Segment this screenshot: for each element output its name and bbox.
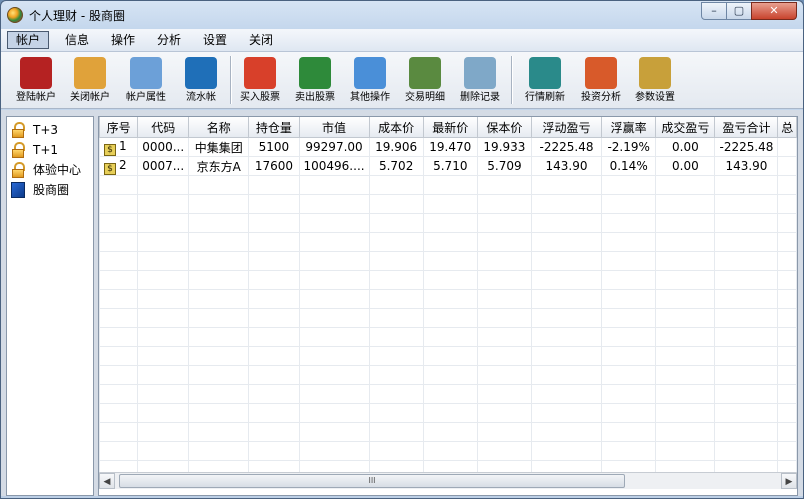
- col-header-market-value[interactable]: 市值: [298, 117, 370, 138]
- scroll-left-arrow-icon[interactable]: ◀: [99, 473, 115, 489]
- col-header-code[interactable]: 代码: [137, 117, 190, 138]
- empty-row: [99, 327, 797, 347]
- col-header-floating-rate[interactable]: 浮赢率: [601, 117, 657, 138]
- col-header-name[interactable]: 名称: [188, 117, 250, 138]
- login-account-button[interactable]: 登陆帐户: [11, 54, 61, 106]
- holdings-table: 序号 代码 名称 持仓量 市值 成本价 最新价 保本价 浮动盈亏 浮赢率 成交盈…: [99, 117, 797, 480]
- properties-icon: [130, 57, 162, 89]
- app-icon: [7, 7, 23, 23]
- sell-stock-button[interactable]: 卖出股票: [290, 54, 340, 106]
- col-header-floating-pl[interactable]: 浮动盈亏: [530, 117, 603, 138]
- magnifier-icon: [409, 57, 441, 89]
- minimize-button[interactable]: –: [701, 2, 727, 20]
- account-properties-button[interactable]: 帐户属性: [120, 54, 172, 106]
- lock-icon: [11, 162, 25, 178]
- empty-row: [99, 346, 797, 366]
- empty-row: [99, 365, 797, 385]
- horizontal-scrollbar[interactable]: ◀ III ▶: [99, 472, 797, 489]
- account-tree: T+3 T+1 体验中心 股商圈: [6, 116, 94, 496]
- scroll-right-arrow-icon[interactable]: ▶: [781, 473, 797, 489]
- empty-row: [99, 232, 797, 252]
- menu-bar: 帐户 信息 操作 分析 设置 关闭: [1, 29, 803, 52]
- lock-icon: [11, 142, 25, 158]
- col-header-cost-price[interactable]: 成本价: [368, 117, 424, 138]
- menu-account[interactable]: 帐户: [7, 31, 50, 49]
- title-bar: 个人理财 - 股商圈 – ▢ ✕: [1, 1, 803, 29]
- empty-row: [99, 441, 797, 461]
- maximize-button[interactable]: ▢: [726, 2, 752, 20]
- menu-operation[interactable]: 操作: [103, 31, 143, 49]
- padlock-icon: [74, 57, 106, 89]
- delete-record-icon: [464, 57, 496, 89]
- ledger-book-icon: [185, 57, 217, 89]
- col-header-realized-pl[interactable]: 成交盈亏: [655, 117, 716, 138]
- window-title: 个人理财 - 股商圈: [29, 9, 125, 23]
- empty-row: [99, 289, 797, 309]
- content-area: T+3 T+1 体验中心 股商圈 序号 代码 名称 持仓量 市值 成本价 最新价…: [1, 110, 803, 496]
- bull-icon: [20, 57, 52, 89]
- col-header-seq[interactable]: 序号: [99, 117, 139, 138]
- empty-row: [99, 213, 797, 233]
- other-operations-button[interactable]: 其他操作: [345, 54, 395, 106]
- pie-chart-icon: [585, 57, 617, 89]
- table-header-row: 序号 代码 名称 持仓量 市值 成本价 最新价 保本价 浮动盈亏 浮赢率 成交盈…: [99, 117, 797, 138]
- app-window: 个人理财 - 股商圈 – ▢ ✕ 帐户 信息 操作 分析 设置 关闭 登陆帐户 …: [0, 0, 804, 499]
- empty-row: [99, 422, 797, 442]
- menu-settings[interactable]: 设置: [195, 31, 235, 49]
- board-icon: [11, 182, 25, 198]
- scrollbar-thumb[interactable]: III: [119, 474, 625, 488]
- dollar-icon: $: [104, 143, 116, 156]
- settings-icon: [639, 57, 671, 89]
- refresh-globe-icon: [529, 57, 561, 89]
- menu-analysis[interactable]: 分析: [149, 31, 189, 49]
- empty-row: [99, 308, 797, 328]
- holdings-grid: 序号 代码 名称 持仓量 市值 成本价 最新价 保本价 浮动盈亏 浮赢率 成交盈…: [98, 116, 798, 496]
- toolbar: 登陆帐户 关闭帐户 帐户属性 流水帐 买入股票 卖出股票 其他操作 交易明细 删…: [1, 52, 803, 109]
- delete-record-button[interactable]: 删除记录: [455, 54, 505, 106]
- col-header-total-pl[interactable]: 盈亏合计: [714, 117, 779, 138]
- close-button[interactable]: ✕: [751, 2, 797, 20]
- col-header-latest-price[interactable]: 最新价: [422, 117, 478, 138]
- empty-row: [99, 384, 797, 404]
- toolbar-separator: [511, 56, 513, 104]
- sell-globe-icon: [299, 57, 331, 89]
- toolbar-separator: [230, 56, 232, 104]
- refresh-quotes-button[interactable]: 行情刷新: [519, 54, 571, 106]
- trade-details-button[interactable]: 交易明细: [400, 54, 450, 106]
- investment-analysis-button[interactable]: 投资分析: [575, 54, 627, 106]
- empty-row: [99, 251, 797, 271]
- other-ops-icon: [354, 57, 386, 89]
- empty-row: [99, 194, 797, 214]
- close-account-button[interactable]: 关闭帐户: [65, 54, 115, 106]
- lock-icon: [11, 122, 25, 138]
- empty-row: [99, 403, 797, 423]
- dollar-icon: $: [104, 162, 116, 175]
- ledger-button[interactable]: 流水帐: [176, 54, 226, 106]
- buy-globe-icon: [244, 57, 276, 89]
- menu-close[interactable]: 关闭: [241, 31, 281, 49]
- table-row[interactable]: $2 0007... 京东方A 17600 100496.... 5.702 5…: [99, 156, 797, 176]
- empty-row: [99, 175, 797, 195]
- col-header-breakeven-price[interactable]: 保本价: [476, 117, 533, 138]
- buy-stock-button[interactable]: 买入股票: [235, 54, 285, 106]
- col-header-total-cut[interactable]: 总: [777, 117, 797, 138]
- col-header-position[interactable]: 持仓量: [248, 117, 300, 138]
- table-row[interactable]: $1 0000... 中集集团 5100 99297.00 19.906 19.…: [99, 137, 797, 157]
- empty-row: [99, 270, 797, 290]
- menu-info[interactable]: 信息: [57, 31, 97, 49]
- parameter-settings-button[interactable]: 参数设置: [629, 54, 681, 106]
